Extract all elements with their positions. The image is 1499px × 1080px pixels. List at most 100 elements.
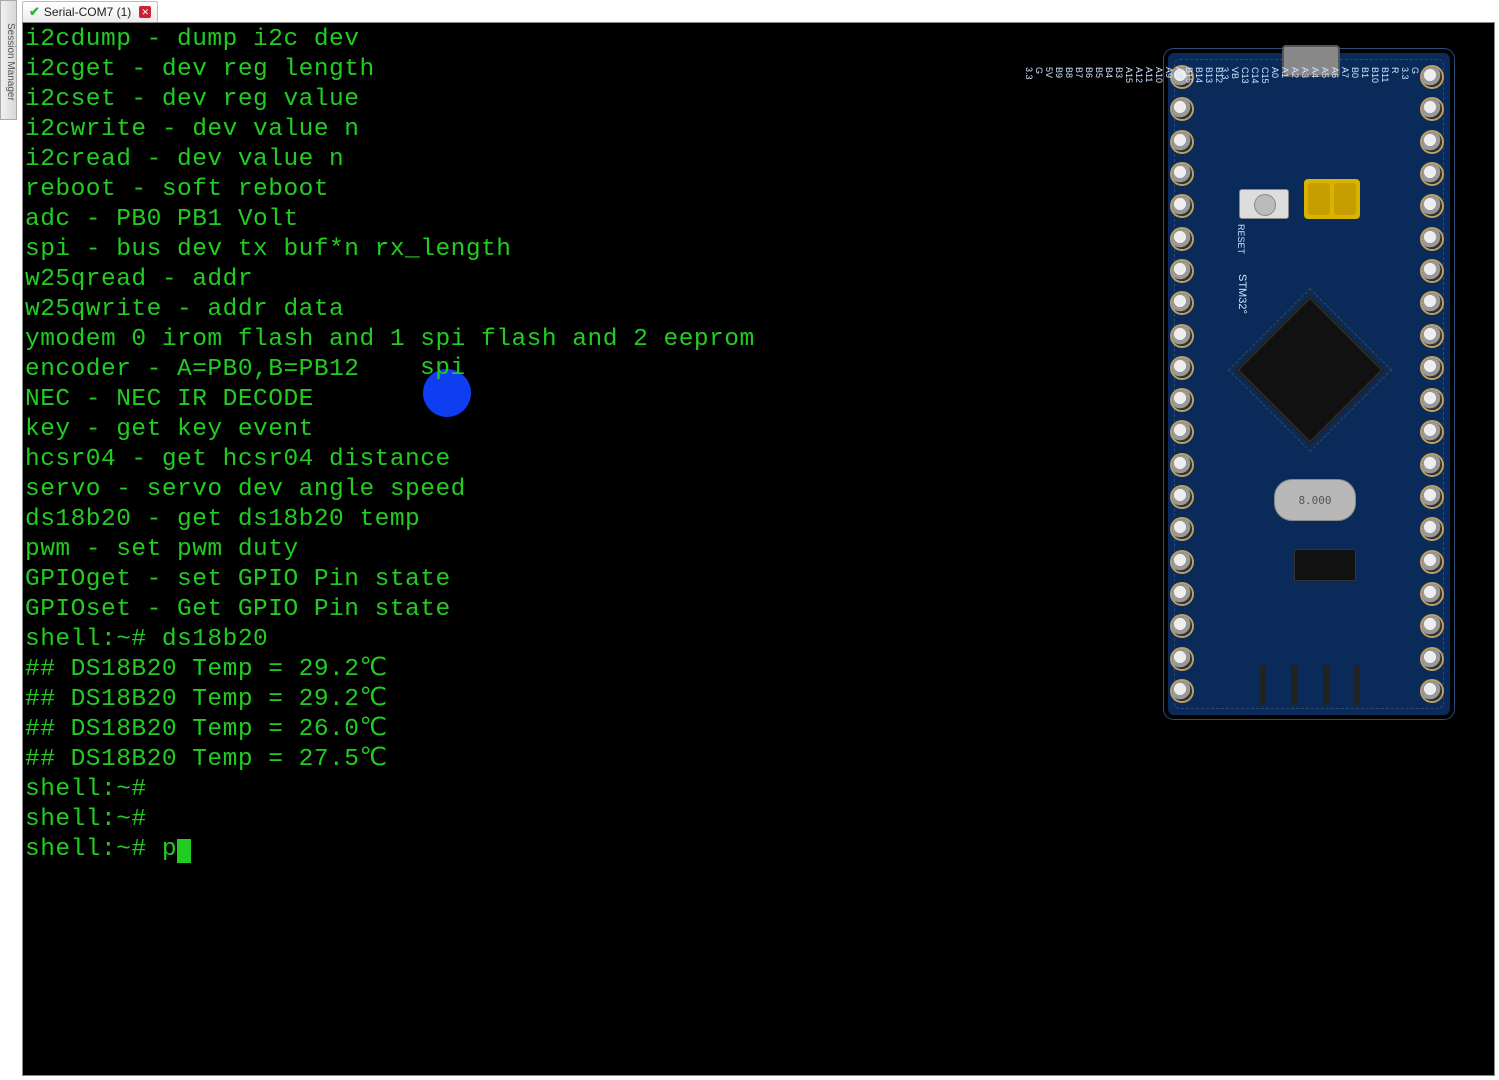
board-pin	[1422, 261, 1442, 281]
pin-column-right	[1422, 67, 1446, 701]
board-pin	[1172, 649, 1192, 669]
smd-component	[1294, 549, 1356, 581]
board-pin	[1422, 196, 1442, 216]
pin-label: A4	[1310, 67, 1320, 87]
pin-label: A8	[1174, 67, 1184, 87]
board-pin	[1422, 455, 1442, 475]
board-pin	[1172, 487, 1192, 507]
pin-label: B13	[1204, 67, 1214, 87]
board-pin	[1172, 196, 1192, 216]
pin-labels-left: B12B13B14B15A8A9A10A11A12A15B3B4B5B6B7B8…	[1198, 67, 1224, 701]
close-icon[interactable]: ✕	[139, 6, 151, 18]
pin-label: B5	[1094, 67, 1104, 87]
board-pin	[1422, 681, 1442, 701]
tab-serial-com7[interactable]: ✔ Serial-COM7 (1) ✕	[22, 1, 158, 23]
pin-label: A6	[1330, 67, 1340, 87]
stm32-board-image: RESET STM32° 8.000 B12B13B14B15A8A9A10A1…	[1164, 49, 1454, 719]
board-pin	[1422, 422, 1442, 442]
pin-label: A1	[1280, 67, 1290, 87]
app-root: Session Manager ✔ Serial-COM7 (1) ✕ i2cd…	[0, 0, 1499, 1080]
pin-label: A7	[1340, 67, 1350, 87]
pin-label: B7	[1074, 67, 1084, 87]
board-pin	[1422, 164, 1442, 184]
board-pin	[1422, 519, 1442, 539]
pin-label: A10	[1154, 67, 1164, 87]
terminal-line: shell:~#	[25, 775, 1492, 805]
board-pin	[1422, 616, 1442, 636]
reset-label: RESET	[1236, 224, 1246, 254]
terminal-pane[interactable]: i2cdump - dump i2c devi2cget - dev reg l…	[22, 22, 1495, 1076]
board-pin	[1172, 552, 1192, 572]
pin-label: A15	[1124, 67, 1134, 87]
pin-label: B4	[1104, 67, 1114, 87]
board-pin	[1172, 293, 1192, 313]
board-pin	[1172, 390, 1192, 410]
pin-label: A5	[1320, 67, 1330, 87]
session-manager-tab[interactable]: Session Manager	[0, 0, 17, 120]
pin-label: B0	[1350, 67, 1360, 87]
board-pin	[1172, 584, 1192, 604]
pin-label: C14	[1250, 67, 1260, 87]
pin-label: B1	[1360, 67, 1370, 87]
pin-label: A0	[1270, 67, 1280, 87]
tab-title: Serial-COM7 (1)	[44, 5, 131, 19]
stm32-label: STM32°	[1236, 274, 1248, 314]
board-pin	[1172, 519, 1192, 539]
board-pin	[1422, 358, 1442, 378]
pin-label: A12	[1134, 67, 1144, 87]
pin-label: B8	[1064, 67, 1074, 87]
board-pin	[1172, 99, 1192, 119]
board-pin	[1422, 487, 1442, 507]
terminal-line: ## DS18B20 Temp = 26.0℃	[25, 715, 1492, 745]
debug-header	[1260, 665, 1360, 705]
pin-label: R	[1390, 67, 1400, 87]
board-pin	[1172, 358, 1192, 378]
pin-label: A2	[1290, 67, 1300, 87]
board-pin	[1422, 552, 1442, 572]
reset-button-mcu	[1239, 189, 1289, 219]
pin-column-left	[1172, 67, 1196, 701]
board-pin	[1422, 99, 1442, 119]
board-pin	[1422, 132, 1442, 152]
terminal-line: shell:~#	[25, 805, 1492, 835]
mcu-chip	[1238, 298, 1382, 442]
board-pin	[1172, 616, 1192, 636]
pin-label: G	[1410, 67, 1420, 87]
terminal-line: ## DS18B20 Temp = 27.5℃	[25, 745, 1492, 775]
pin-label: 3.3	[1024, 67, 1034, 87]
board-pin	[1422, 67, 1442, 87]
board-pin	[1172, 164, 1192, 184]
pin-label: 3.3	[1400, 67, 1410, 87]
cursor	[177, 839, 191, 863]
pin-label: C15	[1260, 67, 1270, 87]
connected-icon: ✔	[29, 4, 40, 20]
pin-label: VB	[1230, 67, 1240, 87]
board-pin	[1172, 455, 1192, 475]
tab-bar: ✔ Serial-COM7 (1) ✕	[22, 0, 1499, 22]
board-pin	[1172, 229, 1192, 249]
pin-labels-right: G3.3RB11B10B1B0A7A6A5A4A3A2A1A0C15C14C13…	[1394, 67, 1420, 701]
pin-label: B6	[1084, 67, 1094, 87]
board-pin	[1422, 229, 1442, 249]
highlight-word: spi	[420, 355, 466, 382]
pin-label: B11	[1380, 67, 1390, 87]
board-pin	[1172, 261, 1192, 281]
pin-label: A3	[1300, 67, 1310, 87]
crystal-oscillator: 8.000	[1274, 479, 1356, 521]
board-pin	[1172, 422, 1192, 442]
board-pin	[1422, 649, 1442, 669]
board-pin	[1172, 132, 1192, 152]
board-pin	[1422, 293, 1442, 313]
board-pin	[1422, 584, 1442, 604]
board-pin	[1172, 326, 1192, 346]
pin-label: C13	[1240, 67, 1250, 87]
terminal-prompt-line[interactable]: shell:~# p	[25, 835, 1492, 865]
pin-label: 5V	[1044, 67, 1054, 87]
pin-label: G	[1034, 67, 1044, 87]
pin-label: B15	[1184, 67, 1194, 87]
pin-label: B10	[1370, 67, 1380, 87]
board-pin	[1422, 390, 1442, 410]
pin-label: 3.3	[1220, 67, 1230, 87]
board-pin	[1422, 326, 1442, 346]
pin-label: A11	[1144, 67, 1154, 87]
